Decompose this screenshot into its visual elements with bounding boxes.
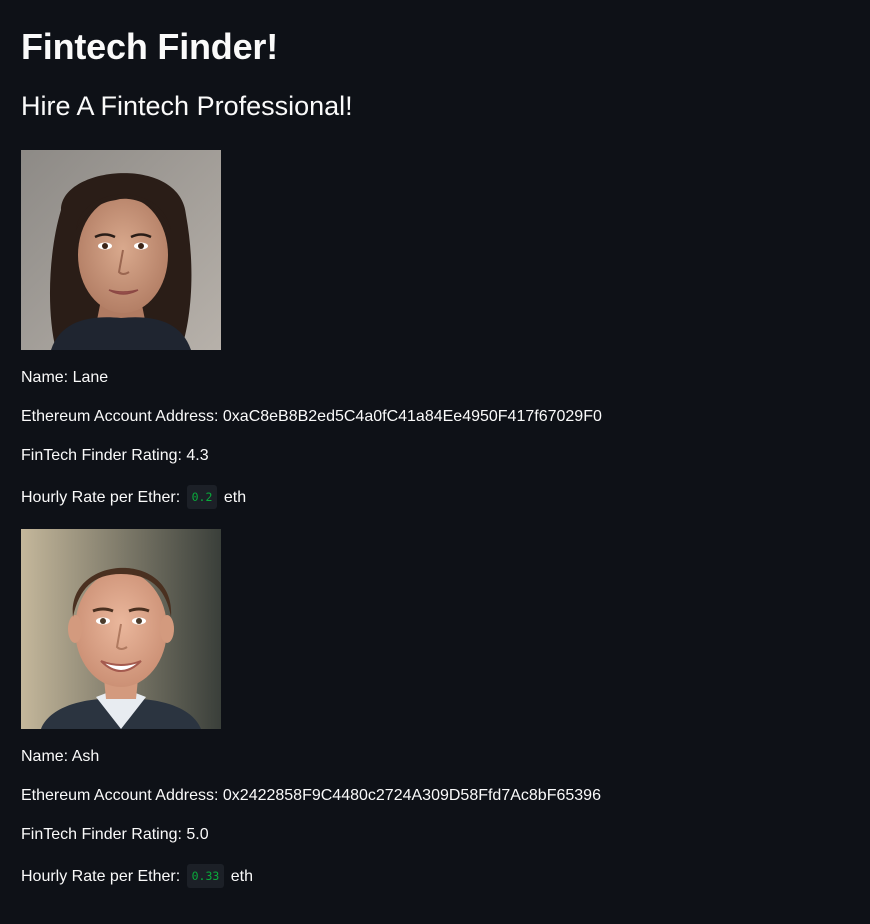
rate-unit: eth xyxy=(223,489,247,506)
rate-unit: eth xyxy=(230,868,254,885)
rating-value: 4.3 xyxy=(186,447,209,464)
address-value: 0xaC8eB8B2ed5C4a0fC41a84Ee4950F417f67029… xyxy=(222,408,602,425)
name-value: Lane xyxy=(72,369,109,386)
address-value: 0x2422858F9C4480c2724A309D58Ffd7Ac8bF653… xyxy=(222,787,601,804)
candidate-name: Name: Lane xyxy=(21,368,870,388)
candidate-card: Name: Lane Ethereum Account Address: 0xa… xyxy=(21,150,870,509)
page-title: Fintech Finder! xyxy=(21,26,278,67)
candidate-card: Name: Ash Ethereum Account Address: 0x24… xyxy=(21,529,870,888)
name-label: Name: xyxy=(21,369,73,386)
rating-value: 5.0 xyxy=(186,826,209,843)
page-subtitle: Hire A Fintech Professional! xyxy=(21,91,353,121)
rate-label: Hourly Rate per Ether: xyxy=(21,489,185,506)
candidate-name: Name: Ash xyxy=(21,747,870,767)
name-label: Name: xyxy=(21,748,72,765)
address-label: Ethereum Account Address: xyxy=(21,408,223,425)
candidate-photo-lane xyxy=(21,150,221,350)
address-label: Ethereum Account Address: xyxy=(21,787,223,804)
rate-value: 0.33 xyxy=(186,864,225,888)
rate-value: 0.2 xyxy=(186,485,218,509)
candidate-photo-ash xyxy=(21,529,221,729)
name-value: Ash xyxy=(71,748,100,765)
candidate-rate: Hourly Rate per Ether: 0.33 eth xyxy=(21,864,870,888)
candidate-rating: FinTech Finder Rating: 4.3 xyxy=(21,446,870,466)
app-page: Fintech Finder! Hire A Fintech Professio… xyxy=(0,0,870,924)
rate-label: Hourly Rate per Ether: xyxy=(21,868,185,885)
candidate-rating: FinTech Finder Rating: 5.0 xyxy=(21,825,870,845)
candidate-rate: Hourly Rate per Ether: 0.2 eth xyxy=(21,485,870,509)
candidate-address: Ethereum Account Address: 0xaC8eB8B2ed5C… xyxy=(21,407,870,427)
candidate-address: Ethereum Account Address: 0x2422858F9C44… xyxy=(21,786,870,806)
rating-label: FinTech Finder Rating: xyxy=(21,826,187,843)
rating-label: FinTech Finder Rating: xyxy=(21,447,187,464)
